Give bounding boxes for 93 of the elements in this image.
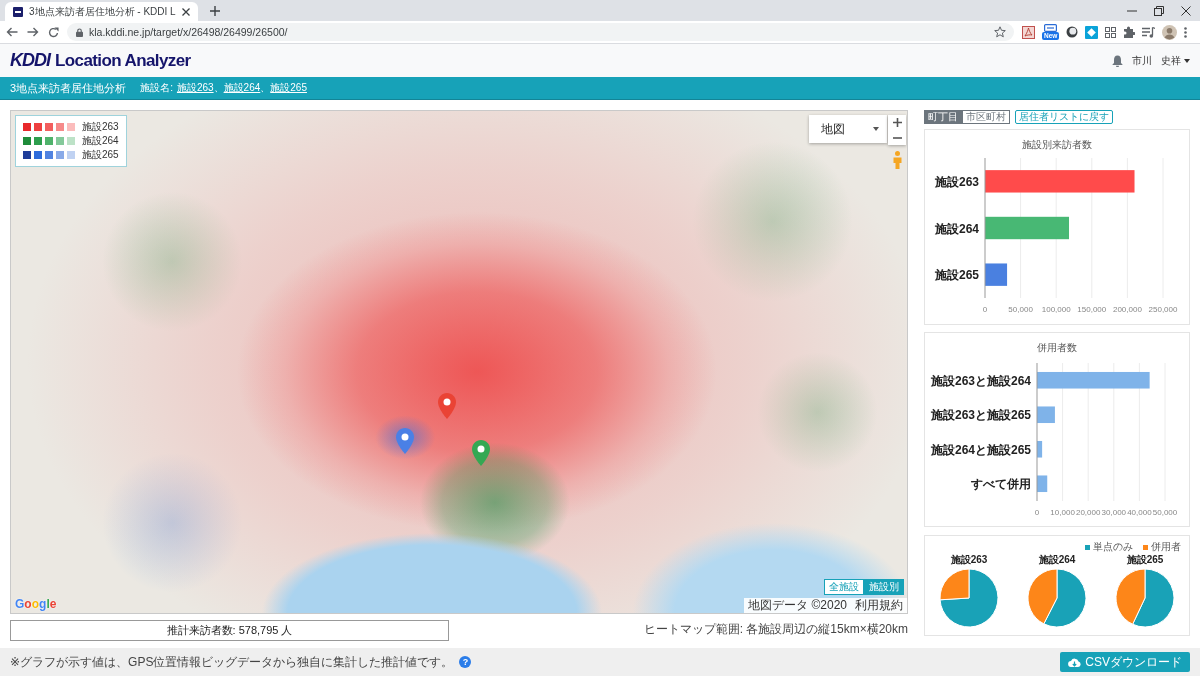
chart-title: 施設別来訪者数 bbox=[1021, 138, 1093, 152]
facility-names: 施設名: 施設263、施設264、施設265 bbox=[140, 81, 307, 95]
tile-icon[interactable] bbox=[1085, 25, 1099, 39]
url-text: kla.kddi.ne.jp/target/x/26498/26499/26500/ bbox=[89, 26, 289, 38]
visitor-estimate-panel: 推計来訪者数: 578,795 人 bbox=[10, 620, 449, 641]
map-attribution: 地図データ ©2020 bbox=[748, 598, 847, 613]
legend-label: 施設263 bbox=[82, 121, 119, 133]
category-label: 施設264と施設265 bbox=[930, 442, 1031, 457]
minimize-icon[interactable] bbox=[1127, 9, 1137, 12]
chart-title: 併用者数 bbox=[1036, 341, 1078, 355]
category-label: 施設263と施設264 bbox=[930, 373, 1031, 388]
close-icon[interactable] bbox=[1181, 5, 1191, 16]
address-bar[interactable]: kla.kddi.ne.jp/target/x/26498/26499/26500/ bbox=[67, 23, 1014, 41]
pie-slice bbox=[1027, 568, 1058, 625]
axis-tick-label: 20,000 bbox=[1075, 508, 1101, 517]
axis-tick-label: 50,000 bbox=[1008, 305, 1033, 314]
view-toggle-tab[interactable]: 施設別 bbox=[864, 579, 904, 595]
lock-icon bbox=[76, 27, 83, 37]
map-pin-icon[interactable] bbox=[396, 428, 414, 454]
page-title: 3地点来訪者居住地分析 bbox=[10, 80, 127, 96]
caret-icon bbox=[1184, 58, 1190, 63]
circle-icon[interactable] bbox=[1066, 26, 1079, 38]
avatar-icon[interactable] bbox=[1162, 24, 1178, 40]
category-label: すべて併用 bbox=[971, 477, 1031, 492]
pie-slice bbox=[1043, 568, 1087, 628]
axis-tick-label: 10,000 bbox=[1050, 508, 1075, 517]
forward-arrow-icon[interactable] bbox=[27, 27, 39, 37]
chart-title: 施設263 bbox=[950, 554, 988, 566]
logo-text: Location Analyzer bbox=[55, 51, 191, 71]
legend-label: 施設265 bbox=[82, 149, 119, 161]
plus-icon[interactable] bbox=[209, 6, 220, 16]
browser-tab[interactable]: 3地点来訪者居住地分析 - KDDI L bbox=[5, 2, 198, 21]
category-label: 施設265 bbox=[934, 268, 979, 283]
axis-tick-label: 200,000 bbox=[1112, 305, 1142, 314]
axis-tick-label: 0 bbox=[982, 305, 988, 314]
playlist-icon[interactable] bbox=[1142, 26, 1156, 38]
more-icon[interactable] bbox=[1184, 26, 1188, 38]
category-label: 施設264 bbox=[934, 221, 979, 236]
bar bbox=[1037, 440, 1043, 458]
axis-tick-label: 150,000 bbox=[1077, 305, 1107, 314]
bar bbox=[985, 263, 1008, 286]
favicon-icon bbox=[13, 6, 23, 17]
user-family-name: 市川 bbox=[1132, 53, 1152, 68]
axis-tick-label: 50,000 bbox=[1152, 508, 1178, 517]
csv-download-button[interactable]: CSVダウンロード bbox=[1060, 652, 1190, 672]
caret-icon bbox=[873, 127, 879, 131]
minus-icon bbox=[892, 136, 902, 139]
area-level-tab[interactable]: 市区町村 bbox=[962, 110, 1010, 124]
chart-title: 施設265 bbox=[1126, 554, 1164, 566]
legend-label: 併用者 bbox=[1151, 541, 1181, 553]
back-to-list-button[interactable]: 居住者リストに戻す bbox=[1015, 110, 1113, 124]
zoom-out-button[interactable] bbox=[888, 130, 906, 145]
pie-slice bbox=[1115, 568, 1146, 625]
user-menu[interactable]: 史祥 bbox=[1161, 53, 1190, 68]
axis-tick-label: 100,000 bbox=[1041, 305, 1071, 314]
facility-link[interactable]: 施設264 bbox=[223, 82, 261, 93]
map-provider-logo: Google bbox=[15, 597, 57, 611]
facility-link[interactable]: 施設263 bbox=[176, 82, 214, 93]
help-icon[interactable]: ? bbox=[459, 656, 472, 668]
axis-tick-label: 250,000 bbox=[1148, 305, 1178, 314]
axis-tick-label: 40,000 bbox=[1127, 508, 1152, 517]
legend-label: 単点のみ bbox=[1093, 541, 1133, 553]
map-pin-icon[interactable] bbox=[438, 393, 456, 419]
axis-tick-label: 0 bbox=[1034, 508, 1040, 517]
category-label: 施設263 bbox=[934, 174, 979, 189]
facility-link[interactable]: 施設265 bbox=[270, 82, 307, 93]
restore-icon[interactable] bbox=[1154, 5, 1164, 16]
puzzle-icon[interactable] bbox=[1123, 26, 1136, 38]
reload-icon[interactable] bbox=[48, 26, 59, 38]
pdf-icon[interactable] bbox=[1022, 25, 1035, 39]
category-label: 施設263と施設265 bbox=[930, 408, 1031, 423]
cloud-download-icon bbox=[1068, 657, 1082, 667]
heatmap-range-note: ヒートマップ範囲: 各施設周辺の縦15km×横20km bbox=[643, 621, 908, 638]
grid-icon[interactable] bbox=[1105, 26, 1117, 38]
footnote-text: ※グラフが示す値は、GPS位置情報ビッグデータから独自に集計した推計値です。 bbox=[10, 653, 454, 671]
map-pin-icon[interactable] bbox=[472, 440, 490, 466]
monitor-icon[interactable] bbox=[1044, 24, 1058, 32]
area-level-tab[interactable]: 町丁目 bbox=[924, 110, 962, 124]
logo-mark: KDDI bbox=[10, 50, 50, 71]
chart-title: 施設264 bbox=[1038, 554, 1076, 566]
plus-icon bbox=[892, 118, 902, 127]
bar bbox=[1037, 475, 1048, 493]
legend-label: 施設264 bbox=[82, 135, 119, 147]
star-icon[interactable] bbox=[994, 26, 1006, 38]
axis-tick-label: 30,000 bbox=[1101, 508, 1127, 517]
pie-slice bbox=[1132, 568, 1175, 628]
zoom-in-button[interactable] bbox=[888, 115, 906, 130]
back-arrow-icon[interactable] bbox=[6, 27, 18, 37]
bell-icon[interactable] bbox=[1112, 54, 1123, 67]
close-icon[interactable] bbox=[181, 7, 190, 16]
terms-link[interactable]: 利用規約 bbox=[855, 598, 903, 613]
view-toggle-tab[interactable]: 全施設 bbox=[824, 579, 864, 595]
map-type-dropdown[interactable]: 地図 bbox=[809, 115, 887, 143]
